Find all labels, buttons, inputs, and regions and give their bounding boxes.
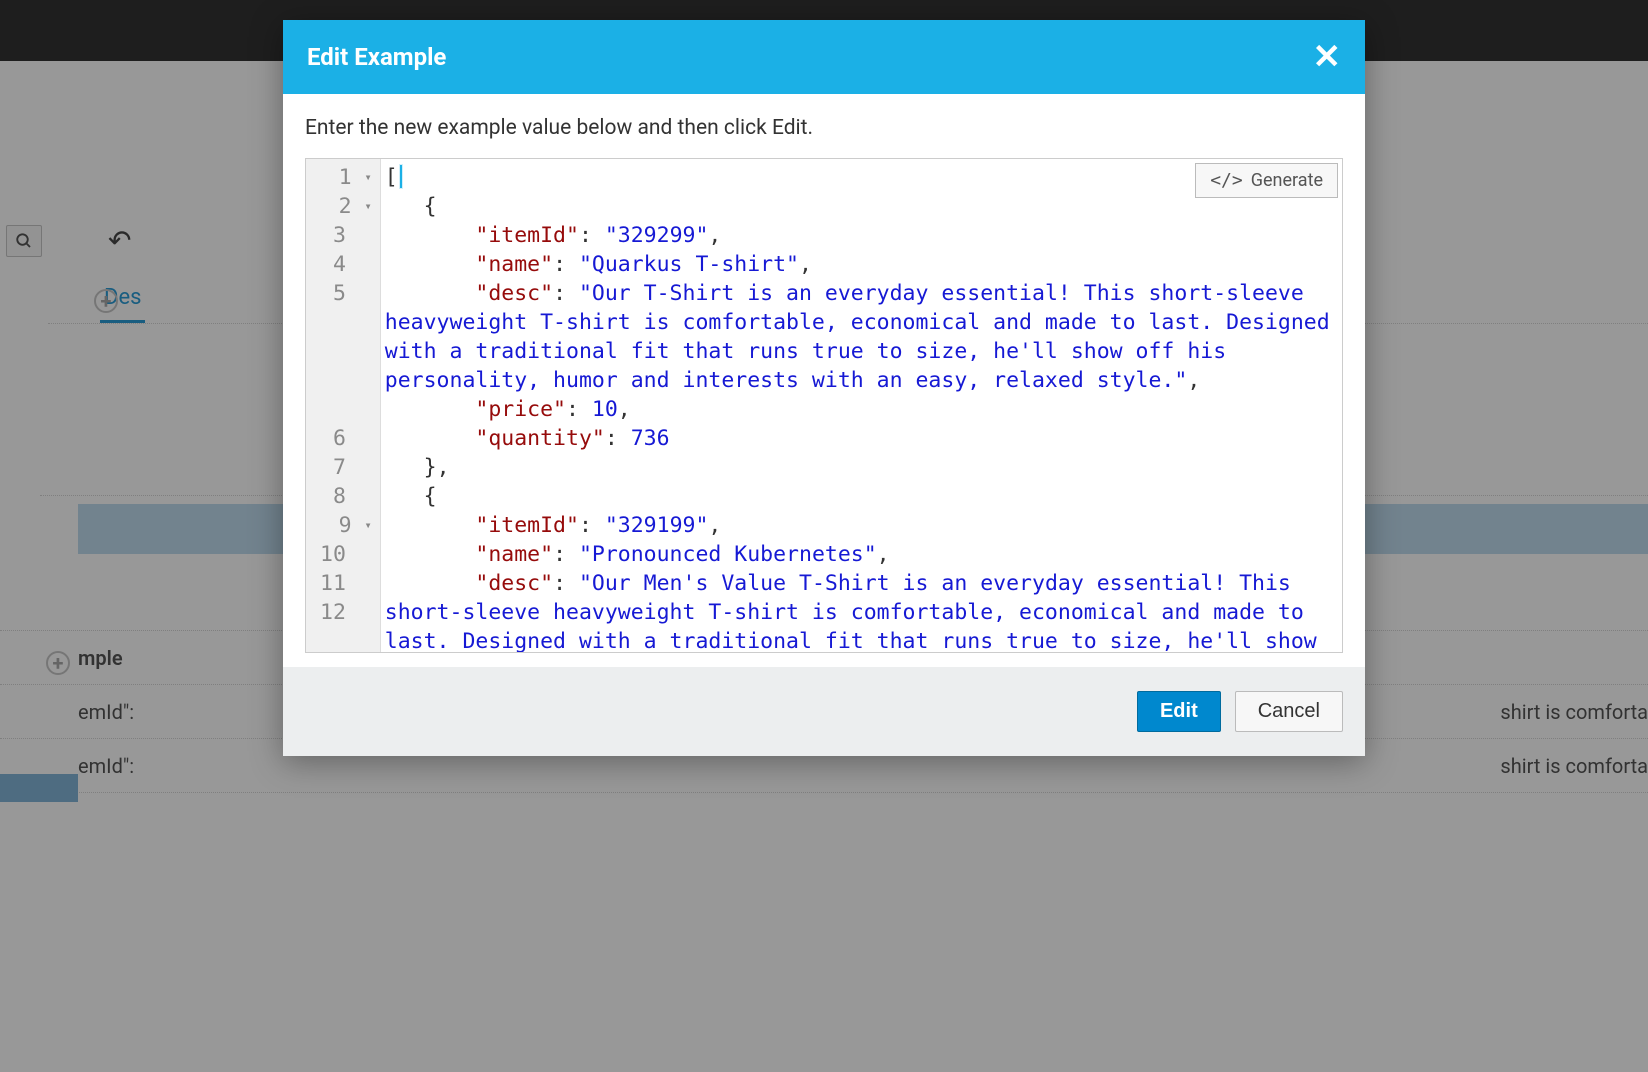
code-icon: </> bbox=[1210, 170, 1243, 191]
generate-label: Generate bbox=[1251, 170, 1323, 191]
modal-footer: Edit Cancel bbox=[283, 667, 1365, 756]
modal-overlay: Edit Example ✕ Enter the new example val… bbox=[0, 0, 1648, 1072]
edit-example-modal: Edit Example ✕ Enter the new example val… bbox=[283, 20, 1365, 756]
edit-button[interactable]: Edit bbox=[1137, 691, 1221, 732]
json-editor[interactable]: </> Generate 1 ▾2 ▾3 4 5 6 7 8 9 ▾10 11 … bbox=[305, 158, 1343, 653]
modal-body: Enter the new example value below and th… bbox=[283, 94, 1365, 653]
modal-title: Edit Example bbox=[307, 43, 446, 71]
close-icon[interactable]: ✕ bbox=[1313, 40, 1342, 74]
generate-button[interactable]: </> Generate bbox=[1195, 163, 1338, 198]
modal-instruction: Enter the new example value below and th… bbox=[305, 116, 1343, 140]
cancel-button[interactable]: Cancel bbox=[1235, 691, 1343, 732]
modal-header: Edit Example ✕ bbox=[283, 20, 1365, 94]
code-area[interactable]: [ { "itemId": "329299", "name": "Quarkus… bbox=[381, 159, 1342, 652]
line-gutter: 1 ▾2 ▾3 4 5 6 7 8 9 ▾10 11 12 bbox=[306, 159, 381, 652]
editor-surface[interactable]: 1 ▾2 ▾3 4 5 6 7 8 9 ▾10 11 12 [ { "itemI… bbox=[306, 159, 1342, 652]
